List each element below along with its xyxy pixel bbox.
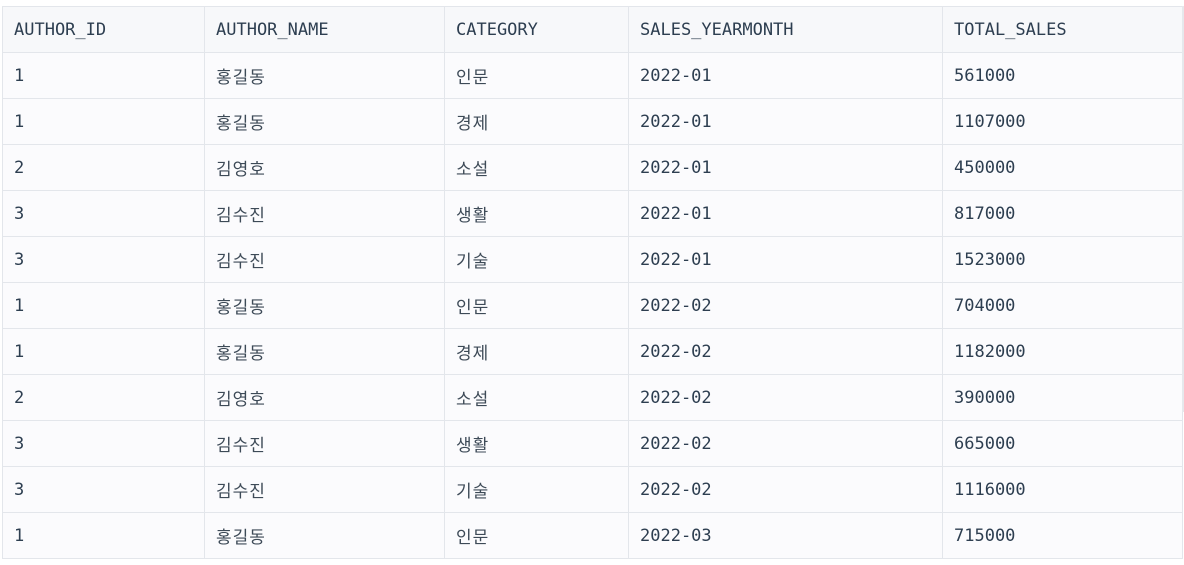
cell-author-name: 홍길동 <box>204 328 445 375</box>
cell-author-name: 김수진 <box>204 236 445 283</box>
cell-total-sales: 715000 <box>942 512 1183 559</box>
cell-sales-yearmonth: 2022-02 <box>628 328 943 375</box>
cell-total-sales: 817000 <box>942 190 1183 237</box>
cell-total-sales: 704000 <box>942 282 1183 329</box>
cell-sales-yearmonth: 2022-01 <box>628 236 943 283</box>
cell-author-name: 김영호 <box>204 144 445 191</box>
cell-author-name: 김수진 <box>204 190 445 237</box>
column-header-sales-yearmonth: SALES_YEARMONTH <box>628 6 943 53</box>
cell-category: 생활 <box>444 190 629 237</box>
cell-author-name: 김영호 <box>204 374 445 421</box>
cell-author-id: 1 <box>2 512 205 559</box>
cell-category: 기술 <box>444 236 629 283</box>
cell-sales-yearmonth: 2022-02 <box>628 466 943 513</box>
cell-category: 소설 <box>444 144 629 191</box>
cell-total-sales: 450000 <box>942 144 1183 191</box>
column-header-author-id: AUTHOR_ID <box>2 6 205 53</box>
column-header-author-name: AUTHOR_NAME <box>204 6 445 53</box>
table-row: 2 김영호 소설 2022-02 390000 <box>2 374 1183 421</box>
cell-sales-yearmonth: 2022-02 <box>628 420 943 467</box>
cell-sales-yearmonth: 2022-01 <box>628 52 943 99</box>
result-table: AUTHOR_ID AUTHOR_NAME CATEGORY SALES_YEA… <box>2 6 1183 559</box>
cell-author-name: 홍길동 <box>204 98 445 145</box>
cell-author-id: 2 <box>2 144 205 191</box>
cell-sales-yearmonth: 2022-01 <box>628 144 943 191</box>
cell-author-name: 홍길동 <box>204 52 445 99</box>
cell-category: 인문 <box>444 512 629 559</box>
cell-sales-yearmonth: 2022-02 <box>628 282 943 329</box>
cell-category: 생활 <box>444 420 629 467</box>
header-row: AUTHOR_ID AUTHOR_NAME CATEGORY SALES_YEA… <box>2 6 1183 53</box>
cell-category: 기술 <box>444 466 629 513</box>
cell-author-name: 홍길동 <box>204 512 445 559</box>
cell-author-name: 김수진 <box>204 420 445 467</box>
table-header: AUTHOR_ID AUTHOR_NAME CATEGORY SALES_YEA… <box>2 6 1183 53</box>
cell-author-id: 1 <box>2 98 205 145</box>
result-table-container: AUTHOR_ID AUTHOR_NAME CATEGORY SALES_YEA… <box>2 6 1183 559</box>
cell-total-sales: 1107000 <box>942 98 1183 145</box>
cell-sales-yearmonth: 2022-01 <box>628 190 943 237</box>
table-row: 1 홍길동 경제 2022-01 1107000 <box>2 98 1183 145</box>
cell-sales-yearmonth: 2022-01 <box>628 98 943 145</box>
table-row: 3 김수진 생활 2022-01 817000 <box>2 190 1183 237</box>
table-row: 1 홍길동 인문 2022-02 704000 <box>2 282 1183 329</box>
table-row: 3 김수진 기술 2022-02 1116000 <box>2 466 1183 513</box>
table-row: 1 홍길동 인문 2022-03 715000 <box>2 512 1183 559</box>
cell-total-sales: 1116000 <box>942 466 1183 513</box>
cell-author-id: 1 <box>2 328 205 375</box>
cell-author-id: 2 <box>2 374 205 421</box>
table-row: 1 홍길동 인문 2022-01 561000 <box>2 52 1183 99</box>
table-row: 2 김영호 소설 2022-01 450000 <box>2 144 1183 191</box>
cell-category: 경제 <box>444 98 629 145</box>
cell-total-sales: 1182000 <box>942 328 1183 375</box>
cell-author-id: 1 <box>2 52 205 99</box>
cell-total-sales: 665000 <box>942 420 1183 467</box>
cell-author-id: 3 <box>2 190 205 237</box>
cell-total-sales: 1523000 <box>942 236 1183 283</box>
table-row: 3 김수진 기술 2022-01 1523000 <box>2 236 1183 283</box>
column-header-total-sales: TOTAL_SALES <box>942 6 1183 53</box>
cell-author-name: 홍길동 <box>204 282 445 329</box>
cell-author-id: 3 <box>2 236 205 283</box>
cell-sales-yearmonth: 2022-02 <box>628 374 943 421</box>
cell-category: 인문 <box>444 282 629 329</box>
cell-total-sales: 561000 <box>942 52 1183 99</box>
cell-category: 소설 <box>444 374 629 421</box>
cell-author-id: 3 <box>2 466 205 513</box>
cell-category: 경제 <box>444 328 629 375</box>
cell-sales-yearmonth: 2022-03 <box>628 512 943 559</box>
cell-author-id: 1 <box>2 282 205 329</box>
cell-author-name: 김수진 <box>204 466 445 513</box>
cell-total-sales: 390000 <box>942 374 1183 421</box>
table-row: 1 홍길동 경제 2022-02 1182000 <box>2 328 1183 375</box>
cell-category: 인문 <box>444 52 629 99</box>
table-row: 3 김수진 생활 2022-02 665000 <box>2 420 1183 467</box>
table-body: 1 홍길동 인문 2022-01 561000 1 홍길동 경제 2022-01… <box>2 52 1183 559</box>
column-header-category: CATEGORY <box>444 6 629 53</box>
cell-author-id: 3 <box>2 420 205 467</box>
